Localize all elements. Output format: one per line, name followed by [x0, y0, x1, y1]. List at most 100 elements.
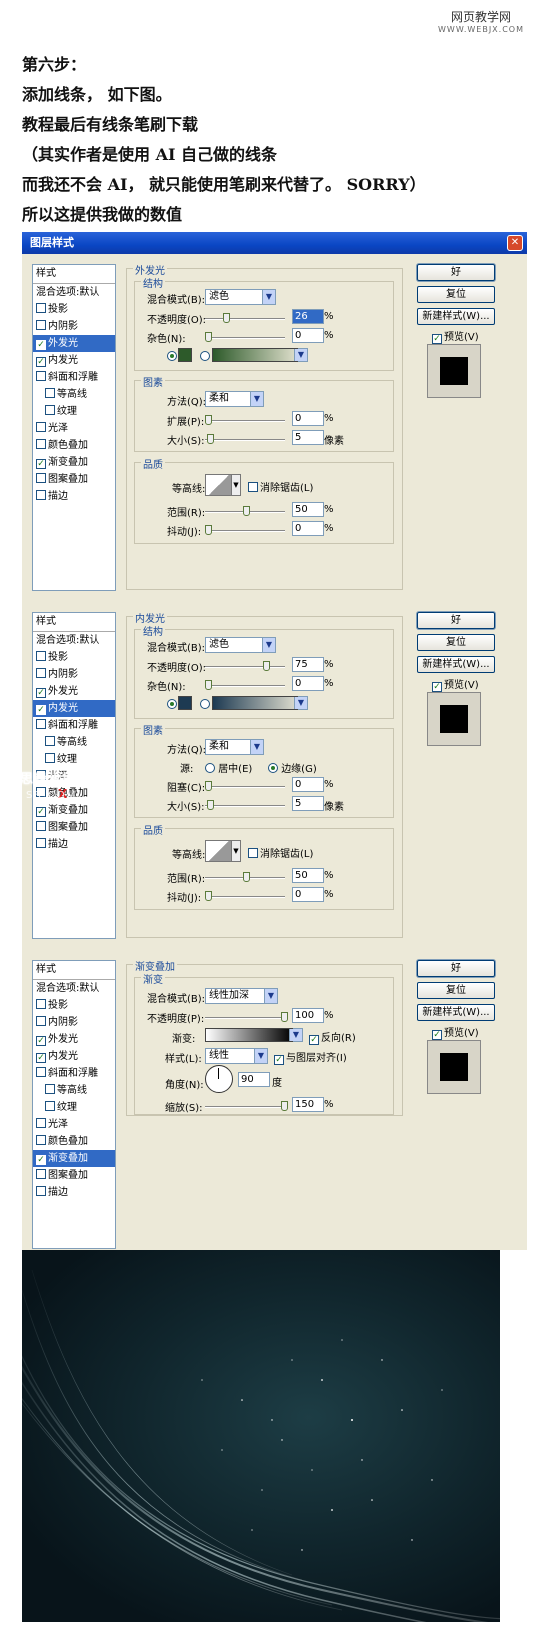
- checkbox[interactable]: [36, 422, 46, 432]
- glow-gradient-picker[interactable]: [212, 348, 304, 362]
- checkbox[interactable]: [36, 999, 46, 1009]
- glow-gradient-picker[interactable]: [212, 696, 304, 710]
- choke-slider[interactable]: [205, 781, 285, 791]
- blend-mode-select[interactable]: 滤色 ▼: [205, 289, 276, 305]
- technique-select[interactable]: 柔和 ▼: [205, 391, 264, 407]
- scale-input[interactable]: 150: [292, 1097, 324, 1112]
- checkbox-checked[interactable]: ✓: [36, 807, 46, 817]
- opacity-input[interactable]: 100: [292, 1008, 324, 1023]
- style-item-color-overlay[interactable]: 颜色叠加: [33, 437, 115, 454]
- gradient-dropdown[interactable]: ▼: [294, 348, 308, 362]
- style-item-inner-shadow[interactable]: 内阴影: [33, 666, 115, 683]
- checkbox[interactable]: [36, 651, 46, 661]
- style-item-satin[interactable]: 光泽: [33, 1116, 115, 1133]
- chevron-down-icon[interactable]: ▼: [231, 840, 241, 862]
- opacity-slider[interactable]: [205, 1012, 288, 1022]
- slider-handle[interactable]: [205, 415, 212, 425]
- range-input[interactable]: 50: [292, 502, 324, 517]
- blend-options-item[interactable]: 混合选项:默认: [33, 632, 115, 649]
- slider-handle[interactable]: [243, 872, 250, 882]
- ok-button[interactable]: 好: [417, 264, 495, 281]
- style-item-outer-glow[interactable]: ✓ 外发光: [33, 335, 115, 352]
- checkbox-checked[interactable]: ✓: [274, 1055, 284, 1065]
- checkbox[interactable]: [45, 1101, 55, 1111]
- opacity-input[interactable]: 75: [292, 657, 324, 672]
- slider-handle[interactable]: [207, 800, 214, 810]
- blend-mode-select[interactable]: 滤色 ▼: [205, 637, 276, 653]
- jitter-slider[interactable]: [205, 891, 285, 901]
- noise-slider[interactable]: [205, 332, 285, 342]
- checkbox[interactable]: [36, 473, 46, 483]
- glow-color-swatch[interactable]: [178, 696, 192, 710]
- style-item-texture[interactable]: 纹理: [33, 1099, 115, 1116]
- style-item-stroke[interactable]: 描边: [33, 488, 115, 505]
- style-select[interactable]: 线性 ▼: [205, 1048, 268, 1064]
- preview-checkbox[interactable]: ✓ 预览(V): [432, 328, 479, 344]
- contour-picker[interactable]: [205, 474, 233, 496]
- new-style-button[interactable]: 新建样式(W)...: [417, 1004, 495, 1021]
- jitter-input[interactable]: 0: [292, 887, 324, 902]
- style-item-inner-shadow[interactable]: 内阴影: [33, 318, 115, 335]
- checkbox[interactable]: [45, 405, 55, 415]
- style-item-satin[interactable]: 光泽: [33, 420, 115, 437]
- slider-handle[interactable]: [223, 313, 230, 323]
- checkbox[interactable]: [45, 736, 55, 746]
- style-item-drop-shadow[interactable]: 投影: [33, 997, 115, 1014]
- slider-handle[interactable]: [263, 661, 270, 671]
- style-item-inner-glow[interactable]: ✓ 内发光: [33, 352, 115, 369]
- style-item-contour[interactable]: 等高线: [33, 1082, 115, 1099]
- opacity-input[interactable]: 26: [292, 309, 324, 324]
- checkbox[interactable]: [248, 482, 258, 492]
- checkbox-checked[interactable]: ✓: [36, 688, 46, 698]
- reset-button[interactable]: 复位: [417, 286, 495, 303]
- angle-dial[interactable]: [205, 1065, 233, 1093]
- ok-button[interactable]: 好: [417, 612, 495, 629]
- style-item-texture[interactable]: 纹理: [33, 403, 115, 420]
- style-item-drop-shadow[interactable]: 投影: [33, 301, 115, 318]
- checkbox-checked[interactable]: ✓: [432, 334, 442, 344]
- reset-button[interactable]: 复位: [417, 634, 495, 651]
- range-slider[interactable]: [205, 506, 285, 516]
- style-item-contour[interactable]: 等高线: [33, 734, 115, 751]
- size-input[interactable]: 5: [292, 796, 324, 811]
- spread-slider[interactable]: [205, 415, 285, 425]
- style-item-outer-glow[interactable]: ✓ 外发光: [33, 1031, 115, 1048]
- noise-slider[interactable]: [205, 680, 285, 690]
- solid-color-radio[interactable]: [167, 699, 177, 709]
- ok-button[interactable]: 好: [417, 960, 495, 977]
- gradient-radio[interactable]: [200, 699, 210, 709]
- reverse-checkbox[interactable]: ✓ 反向(R): [309, 1029, 356, 1045]
- style-item-inner-glow[interactable]: ✓ 内发光: [33, 700, 115, 717]
- blend-mode-select[interactable]: 线性加深 ▼: [205, 988, 278, 1004]
- checkbox-checked[interactable]: ✓: [36, 340, 46, 350]
- solid-color-radio[interactable]: [167, 351, 177, 361]
- checkbox-checked[interactable]: ✓: [36, 357, 46, 367]
- checkbox[interactable]: [45, 753, 55, 763]
- size-input[interactable]: 5: [292, 430, 324, 445]
- style-item-contour[interactable]: 等高线: [33, 386, 115, 403]
- blend-options-item[interactable]: 混合选项:默认: [33, 284, 115, 301]
- style-item-gradient-overlay[interactable]: ✓ 渐变叠加: [33, 1150, 115, 1167]
- preview-checkbox[interactable]: ✓ 预览(V): [432, 1024, 479, 1040]
- checkbox[interactable]: [36, 371, 46, 381]
- close-button[interactable]: ✕: [507, 235, 523, 251]
- checkbox[interactable]: [36, 668, 46, 678]
- styles-header[interactable]: 样式: [33, 961, 115, 980]
- checkbox-checked[interactable]: ✓: [36, 1155, 46, 1165]
- reset-button[interactable]: 复位: [417, 982, 495, 999]
- style-item-bevel[interactable]: 斜面和浮雕: [33, 717, 115, 734]
- jitter-input[interactable]: 0: [292, 521, 324, 536]
- slider-handle[interactable]: [205, 891, 212, 901]
- slider-handle[interactable]: [205, 781, 212, 791]
- jitter-slider[interactable]: [205, 525, 285, 535]
- style-item-outer-glow[interactable]: ✓ 外发光: [33, 683, 115, 700]
- angle-input[interactable]: 90: [238, 1072, 270, 1087]
- checkbox-checked[interactable]: ✓: [432, 1030, 442, 1040]
- antialias-checkbox[interactable]: 消除锯齿(L): [248, 845, 313, 860]
- gradient-dropdown[interactable]: ▼: [289, 1028, 303, 1042]
- checkbox-checked[interactable]: ✓: [309, 1035, 319, 1045]
- blend-options-item[interactable]: 混合选项:默认: [33, 980, 115, 997]
- gradient-picker[interactable]: [205, 1028, 293, 1042]
- styles-header[interactable]: 样式: [33, 613, 115, 632]
- slider-handle[interactable]: [207, 434, 214, 444]
